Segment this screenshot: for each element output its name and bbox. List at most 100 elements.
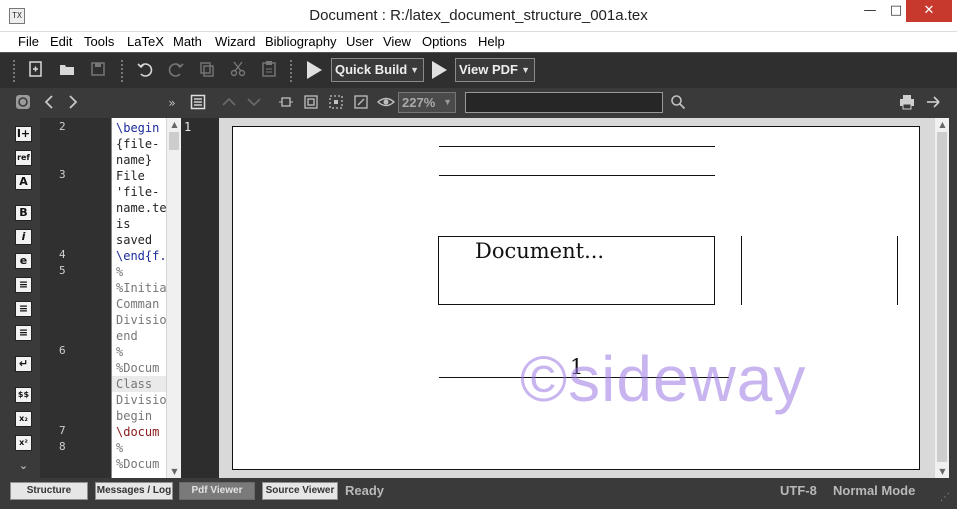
code-line[interactable]: 'file- — [116, 184, 159, 200]
view-pdf-combo[interactable]: View PDF ▼ — [455, 58, 535, 82]
chevron-down-icon[interactable]: ⌄ — [15, 459, 32, 475]
newline-icon[interactable]: ↵ — [15, 356, 32, 372]
next-page-icon[interactable] — [245, 94, 263, 112]
view-pdf-run-icon[interactable] — [432, 61, 447, 79]
italic-icon[interactable]: i — [15, 229, 32, 245]
scrollbar-thumb[interactable] — [937, 132, 947, 462]
search-icon[interactable] — [669, 94, 687, 112]
code-line[interactable]: %Initia — [116, 280, 166, 296]
bold-icon[interactable]: B — [15, 205, 32, 221]
menu-edit[interactable]: Edit — [50, 34, 72, 49]
redo-icon[interactable] — [166, 60, 186, 80]
code-line[interactable]: saved — [116, 232, 152, 248]
paste-icon[interactable] — [259, 60, 279, 80]
align-left-icon[interactable]: ≡ — [15, 277, 32, 293]
code-line[interactable]: \docum — [116, 424, 159, 440]
quick-build-combo[interactable]: Quick Build ▼ — [331, 58, 424, 82]
menu-help[interactable]: Help — [478, 34, 505, 49]
toolbar-grip[interactable] — [290, 60, 294, 82]
toolbar-grip[interactable] — [13, 60, 17, 82]
code-line[interactable]: is — [116, 216, 130, 232]
page-list-icon[interactable] — [189, 94, 207, 112]
line-number: 3 — [59, 168, 66, 181]
editor-scrollbar[interactable]: ▲ ▼ — [166, 118, 181, 478]
cut-icon[interactable] — [228, 60, 248, 80]
code-line[interactable]: Divisio — [116, 312, 166, 328]
code-line[interactable]: % — [116, 344, 123, 360]
menu-bibliography[interactable]: Bibliography — [265, 34, 337, 49]
print-icon[interactable] — [898, 94, 916, 112]
subscript-icon[interactable]: x₂ — [15, 411, 32, 427]
menu-latex[interactable]: LaTeX — [127, 34, 164, 49]
code-line[interactable]: Divisio — [116, 392, 166, 408]
code-line[interactable]: %Docum — [116, 360, 159, 376]
code-line[interactable]: Class — [116, 376, 152, 392]
tab-source-viewer[interactable]: Source Viewer — [262, 482, 338, 500]
toolbar-overflow-icon[interactable]: » — [163, 94, 181, 112]
scroll-down-icon[interactable]: ▼ — [167, 467, 182, 476]
zoom-level-combo[interactable]: 227% ▼ — [398, 92, 456, 113]
size-icon[interactable]: A — [15, 174, 32, 190]
scroll-up-icon[interactable]: ▲ — [935, 120, 950, 129]
mode-indicator[interactable]: Normal Mode — [833, 482, 915, 500]
new-file-icon[interactable] — [26, 60, 46, 80]
code-line[interactable]: File — [116, 168, 145, 184]
code-line[interactable]: \end{f. — [116, 248, 166, 264]
menu-wizard[interactable]: Wizard — [215, 34, 255, 49]
code-line[interactable]: % — [116, 440, 123, 456]
fit-page-icon[interactable] — [302, 94, 320, 112]
zoom-fit-icon[interactable] — [352, 94, 370, 112]
encoding-indicator[interactable]: UTF-8 — [780, 482, 817, 500]
open-folder-icon[interactable] — [57, 60, 77, 80]
menu-user[interactable]: User — [346, 34, 373, 49]
code-line[interactable]: name} — [116, 152, 152, 168]
math-dollar-icon[interactable]: $$ — [15, 387, 32, 403]
toolbar-grip[interactable] — [121, 60, 125, 82]
scroll-down-icon[interactable]: ▼ — [935, 467, 950, 476]
copy-icon[interactable] — [197, 60, 217, 80]
scrollbar-thumb[interactable] — [169, 132, 179, 150]
code-line[interactable]: \begin — [116, 120, 159, 136]
page-thumbnail-number[interactable]: 1 — [184, 120, 191, 134]
tab-messages-log[interactable]: Messages / Log — [95, 482, 173, 500]
fit-width-icon[interactable] — [277, 94, 295, 112]
eye-icon[interactable] — [376, 94, 396, 112]
save-icon[interactable] — [88, 60, 108, 80]
menu-view[interactable]: View — [383, 34, 411, 49]
close-viewer-icon[interactable] — [924, 94, 942, 112]
code-line[interactable]: name.te — [116, 200, 166, 216]
undo-icon[interactable] — [135, 60, 155, 80]
pdf-scrollbar[interactable]: ▲ ▼ — [934, 118, 949, 478]
minimize-button[interactable]: — — [856, 0, 884, 22]
forward-arrow-icon[interactable] — [64, 94, 82, 112]
resize-grip-icon[interactable]: ⋰ — [940, 492, 950, 503]
emphasis-icon[interactable]: e — [15, 253, 32, 269]
tab-pdf-viewer[interactable]: Pdf Viewer — [179, 482, 255, 500]
align-right-icon[interactable]: ≡ — [15, 325, 32, 341]
back-arrow-icon[interactable] — [40, 94, 58, 112]
align-center-icon[interactable]: ≡ — [15, 301, 32, 317]
code-line[interactable]: Comman — [116, 296, 159, 312]
superscript-icon[interactable]: x² — [15, 435, 32, 451]
close-button[interactable]: ✕ — [906, 0, 952, 22]
quick-build-run-icon[interactable] — [307, 61, 322, 79]
scroll-up-icon[interactable]: ▲ — [167, 120, 182, 129]
menu-options[interactable]: Options — [422, 34, 467, 49]
fit-text-icon[interactable] — [327, 94, 345, 112]
source-editor[interactable]: \begin {file-name} File'file-name.te is save… — [111, 118, 166, 478]
pdf-search-input[interactable] — [465, 92, 663, 113]
window-title: Document : R:/latex_document_structure_0… — [309, 7, 648, 24]
code-line[interactable]: {file- — [116, 136, 159, 152]
ref-icon[interactable]: ref — [15, 150, 32, 166]
menu-math[interactable]: Math — [173, 34, 202, 49]
sync-icon[interactable] — [14, 94, 32, 112]
code-line[interactable]: %Docum — [116, 456, 159, 472]
tab-structure[interactable]: Structure — [10, 482, 88, 500]
code-line[interactable]: % — [116, 264, 123, 280]
code-line[interactable]: begin — [116, 408, 152, 424]
insert-structure-icon[interactable]: I+ — [15, 126, 32, 142]
previous-page-icon[interactable] — [220, 94, 238, 112]
code-line[interactable]: end — [116, 328, 138, 344]
menu-tools[interactable]: Tools — [84, 34, 114, 49]
menu-file[interactable]: File — [18, 34, 39, 49]
